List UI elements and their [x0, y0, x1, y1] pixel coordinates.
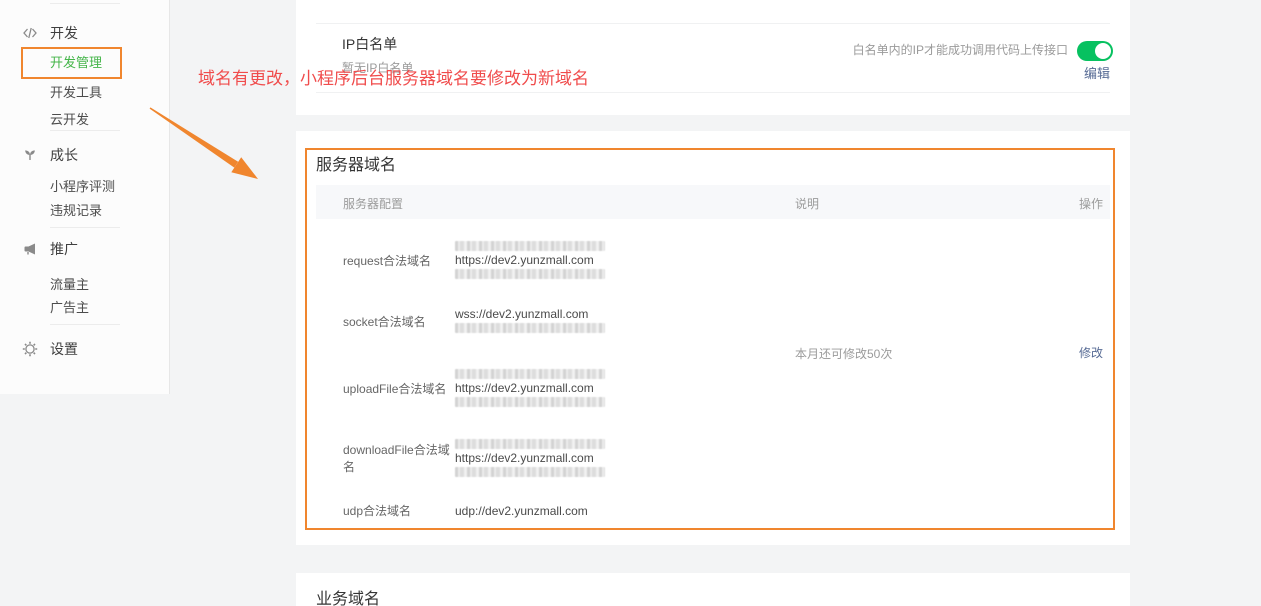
sidebar-group-label: 开发	[50, 23, 78, 43]
wechat-miniprogram-admin-page: 开发开发管理开发工具云开发成长小程序评测违规记录推广流量主广告主设置 域名有更改…	[0, 0, 1261, 606]
divider	[316, 92, 1110, 93]
domain-values: https://dev2.yunzmall.com	[455, 367, 605, 409]
table-row: udp合法域名udp://dev2.yunzmall.com	[343, 502, 588, 519]
sidebar-group-label: 推广	[50, 239, 78, 259]
domain-value: wss://dev2.yunzmall.com	[455, 307, 605, 321]
domain-type-label: socket合法域名	[343, 313, 455, 330]
redacted-domain-line	[455, 439, 605, 449]
domain-value: https://dev2.yunzmall.com	[455, 451, 605, 465]
domain-values: https://dev2.yunzmall.com	[455, 437, 605, 479]
quota-note: 本月还可修改50次	[795, 345, 892, 362]
domain-value: udp://dev2.yunzmall.com	[455, 504, 588, 518]
table-row: request合法域名https://dev2.yunzmall.com	[343, 239, 605, 281]
table-row: downloadFile合法域名https://dev2.yunzmall.co…	[343, 437, 605, 479]
server-domain-title: 服务器域名	[316, 151, 396, 175]
server-domain-card: 服务器域名 服务器配置 说明 操作 request合法域名https://dev…	[296, 131, 1130, 545]
sidebar-item-开发管理[interactable]: 开发管理	[21, 47, 122, 79]
redacted-domain-line	[455, 323, 605, 333]
divider	[316, 23, 1110, 24]
sidebar-group-label: 设置	[50, 339, 78, 359]
sidebar-divider	[50, 130, 120, 131]
column-header-description: 说明	[795, 195, 819, 212]
table-header-row: 服务器配置 说明 操作	[316, 185, 1110, 219]
megaphone-icon	[22, 241, 38, 257]
domain-type-label: udp合法域名	[343, 502, 455, 519]
modify-link[interactable]: 修改	[1079, 344, 1103, 361]
toggle-knob	[1095, 43, 1111, 59]
ip-whitelist-title: IP白名单	[342, 34, 397, 54]
domain-type-label: downloadFile合法域名	[343, 441, 455, 475]
business-domain-title: 业务域名	[316, 585, 380, 606]
table-row: socket合法域名wss://dev2.yunzmall.com	[343, 307, 605, 335]
domain-type-label: request合法域名	[343, 252, 455, 269]
redacted-domain-line	[455, 269, 605, 279]
sidebar-group-开发[interactable]: 开发	[0, 24, 168, 42]
sidebar-item-违规记录[interactable]: 违规记录	[0, 203, 168, 219]
domain-values: wss://dev2.yunzmall.com	[455, 307, 605, 335]
redacted-domain-line	[455, 369, 605, 379]
code-icon	[22, 25, 38, 41]
ip-whitelist-toggle[interactable]	[1077, 41, 1113, 61]
domain-values: udp://dev2.yunzmall.com	[455, 504, 588, 518]
sidebar-group-label: 成长	[50, 145, 78, 165]
ip-whitelist-hint: 白名单内的IP才能成功调用代码上传接口	[853, 41, 1068, 58]
sidebar-item-开发工具[interactable]: 开发工具	[0, 85, 168, 101]
edit-link[interactable]: 编辑	[1084, 63, 1110, 82]
sidebar: 开发开发管理开发工具云开发成长小程序评测违规记录推广流量主广告主设置	[0, 0, 170, 394]
sidebar-item-云开发[interactable]: 云开发	[0, 112, 168, 128]
sidebar-divider	[50, 3, 120, 4]
domain-values: https://dev2.yunzmall.com	[455, 239, 605, 281]
domain-value: https://dev2.yunzmall.com	[455, 381, 605, 395]
sidebar-group-成长[interactable]: 成长	[0, 146, 168, 164]
redacted-domain-line	[455, 397, 605, 407]
gear-icon	[22, 341, 38, 357]
domain-value: https://dev2.yunzmall.com	[455, 253, 605, 267]
redacted-domain-line	[455, 241, 605, 251]
sprout-icon	[22, 147, 38, 163]
domain-type-label: uploadFile合法域名	[343, 380, 455, 397]
sidebar-group-推广[interactable]: 推广	[0, 240, 168, 258]
ip-whitelist-card: IP白名单 暂无IP白名单 白名单内的IP才能成功调用代码上传接口 编辑	[296, 0, 1130, 115]
sidebar-divider	[50, 227, 120, 228]
business-domain-card: 业务域名	[296, 573, 1130, 606]
column-header-action: 操作	[1079, 195, 1103, 212]
sidebar-group-设置[interactable]: 设置	[0, 340, 168, 358]
sidebar-item-流量主[interactable]: 流量主	[0, 277, 168, 293]
column-header-server-config: 服务器配置	[343, 195, 403, 212]
redacted-domain-line	[455, 467, 605, 477]
sidebar-divider	[50, 324, 120, 325]
annotation-text: 域名有更改，小程序后台服务器域名要修改为新域名	[198, 64, 589, 89]
sidebar-item-广告主[interactable]: 广告主	[0, 300, 168, 316]
sidebar-item-小程序评测[interactable]: 小程序评测	[0, 179, 168, 195]
table-row: uploadFile合法域名https://dev2.yunzmall.com	[343, 367, 605, 409]
